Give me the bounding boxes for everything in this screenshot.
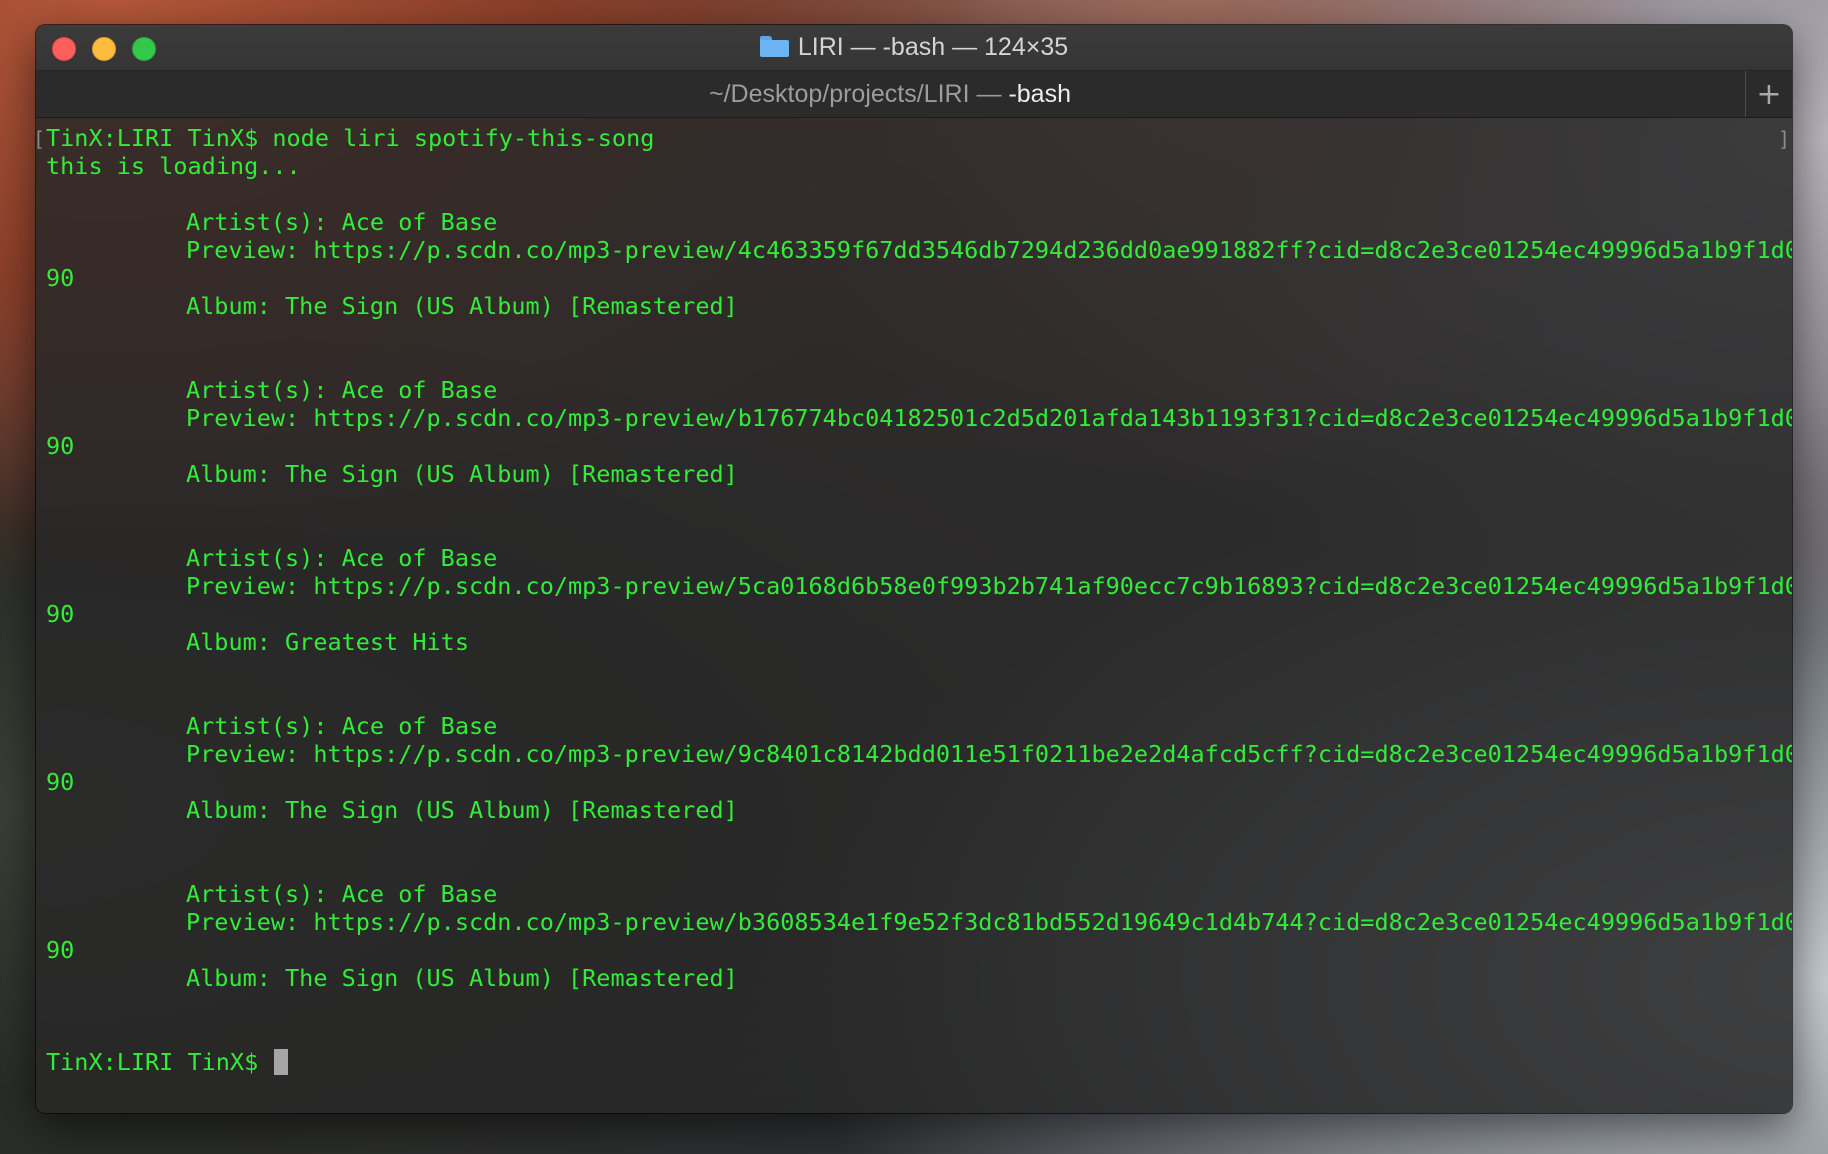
- tab-path: ~/Desktop/projects/LIRI —: [709, 79, 1009, 108]
- track-preview: Preview: https://p.scdn.co/mp3-preview/9…: [186, 740, 1792, 768]
- track-album: Album: The Sign (US Album) [Remastered]: [186, 964, 738, 992]
- tab-bash[interactable]: ~/Desktop/projects/LIRI — -bash: [36, 71, 1744, 117]
- track-entry: Artist(s): Ace of Base Preview: https://…: [46, 880, 1792, 1020]
- track-artist: Artist(s): Ace of Base: [186, 544, 498, 572]
- track-album: Album: The Sign (US Album) [Remastered]: [186, 292, 738, 320]
- terminal-output[interactable]: [ ] TinX:LIRI TinX$ node liri spotify-th…: [36, 118, 1792, 1113]
- track-artist: Artist(s): Ace of Base: [186, 376, 498, 404]
- track-artist: Artist(s): Ace of Base: [186, 880, 498, 908]
- track-artist: Artist(s): Ace of Base: [186, 712, 498, 740]
- track-entry: Artist(s): Ace of Base Preview: https://…: [46, 208, 1792, 376]
- track-preview: Preview: https://p.scdn.co/mp3-preview/b…: [186, 908, 1792, 936]
- track-preview: Preview: https://p.scdn.co/mp3-preview/4…: [186, 236, 1792, 264]
- plus-icon: +: [1756, 76, 1782, 112]
- track-preview: Preview: https://p.scdn.co/mp3-preview/5…: [186, 572, 1792, 600]
- track-preview-wrap: 90: [46, 936, 75, 964]
- bracket-mark-right: ]: [1777, 127, 1790, 151]
- track-entry: Artist(s): Ace of Base Preview: https://…: [46, 376, 1792, 544]
- track-album: Album: The Sign (US Album) [Remastered]: [186, 796, 738, 824]
- command-line: TinX:LIRI TinX$ node liri spotify-this-s…: [46, 124, 655, 152]
- block-cursor: [274, 1049, 289, 1075]
- terminal-window: LIRI — -bash — 124×35 ~/Desktop/projects…: [36, 25, 1792, 1113]
- shell-prompt: TinX:LIRI TinX$: [46, 1048, 273, 1076]
- track-preview-wrap: 90: [46, 432, 75, 460]
- bracket-mark-left: [: [36, 125, 45, 153]
- window-title: LIRI — -bash — 124×35: [36, 25, 1792, 70]
- track-preview-wrap: 90: [46, 600, 75, 628]
- track-preview: Preview: https://p.scdn.co/mp3-preview/b…: [186, 404, 1792, 432]
- track-album: Album: The Sign (US Album) [Remastered]: [186, 460, 738, 488]
- track-entry: Artist(s): Ace of Base Preview: https://…: [46, 544, 1792, 712]
- new-tab-button[interactable]: +: [1745, 71, 1792, 117]
- track-artist: Artist(s): Ace of Base: [186, 208, 498, 236]
- track-album: Album: Greatest Hits: [186, 628, 469, 656]
- track-preview-wrap: 90: [46, 264, 75, 292]
- loading-message: this is loading...: [46, 152, 301, 180]
- tab-bar: ~/Desktop/projects/LIRI — -bash +: [36, 71, 1792, 118]
- track-preview-wrap: 90: [46, 768, 75, 796]
- prompt-line[interactable]: TinX:LIRI TinX$: [46, 1048, 1792, 1076]
- folder-icon: [759, 36, 789, 57]
- track-entry: Artist(s): Ace of Base Preview: https://…: [46, 712, 1792, 880]
- window-title-text: LIRI — -bash — 124×35: [797, 33, 1069, 61]
- tab-command: -bash: [1008, 79, 1071, 108]
- title-bar[interactable]: LIRI — -bash — 124×35: [36, 25, 1792, 71]
